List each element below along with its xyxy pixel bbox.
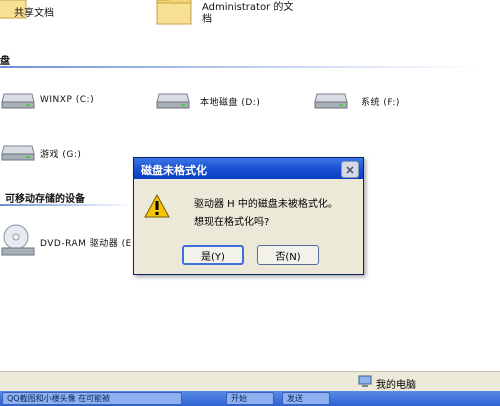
folder-label: 共享文档 [14, 8, 54, 19]
drive-label: 系统 (F:) [361, 98, 400, 108]
folder-shared-docs[interactable]: 共享文档 [0, 0, 110, 40]
drive-label: 游戏 (G:) [40, 150, 82, 160]
dialog-question: 想现在格式化吗? [194, 217, 270, 228]
no-button[interactable]: 否(N) [257, 245, 319, 265]
drive-f[interactable]: 系统 (F:) [313, 86, 463, 114]
dialog-message: 驱动器 H 中的磁盘未被格式化。 [194, 199, 338, 210]
drive-d[interactable]: 本地磁盘 (D:) [155, 86, 305, 114]
taskbar: QQ截图和小楼头像 在可能被 开始 发送 [0, 391, 500, 406]
dvd-drive-e[interactable]: DVD-RAM 驱动器 (E [0, 222, 140, 262]
close-icon [346, 165, 354, 174]
yes-button[interactable]: 是(Y) [182, 245, 244, 265]
hard-drive-icon [1, 145, 35, 161]
taskbar-item[interactable]: 开始 [226, 392, 274, 405]
dialog-title-bar[interactable]: 磁盘未格式化 [134, 158, 363, 179]
format-disk-dialog: 磁盘未格式化 驱动器 H 中的磁盘未被格式化。 想现在格式化吗? 是(Y) 否(… [133, 157, 364, 275]
warning-icon [144, 194, 170, 218]
drive-g[interactable]: 游戏 (G:) [0, 138, 140, 166]
drive-c[interactable]: WINXP (C:) [0, 86, 140, 114]
status-bar: 我的电脑 [0, 371, 500, 392]
hard-drive-icon [156, 93, 190, 109]
status-location: 我的电脑 [376, 380, 416, 391]
hard-drive-icon [314, 93, 348, 109]
section-divider [0, 204, 135, 206]
taskbar-item[interactable]: QQ截图和小楼头像 在可能被 [2, 392, 182, 405]
section-header-hard-drives: 盘 [0, 56, 10, 67]
folder-icon [156, 0, 192, 25]
computer-icon [358, 375, 372, 387]
section-header-removable: 可移动存储的设备 [5, 194, 85, 205]
drive-label: WINXP (C:) [40, 95, 95, 105]
dialog-title: 磁盘未格式化 [141, 164, 207, 177]
hard-drive-icon [1, 93, 35, 109]
folder-label: Administrator 的文 [202, 2, 294, 13]
drive-label: DVD-RAM 驱动器 (E [40, 239, 132, 249]
close-button[interactable] [341, 161, 359, 178]
taskbar-item[interactable]: 发送 [282, 392, 330, 405]
folder-admin-docs[interactable]: Administrator 的文 档 [155, 0, 315, 40]
section-divider [0, 66, 480, 68]
dvd-drive-icon [1, 224, 35, 256]
folder-label-continued: 档 [202, 14, 212, 25]
drive-label: 本地磁盘 (D:) [200, 98, 261, 108]
